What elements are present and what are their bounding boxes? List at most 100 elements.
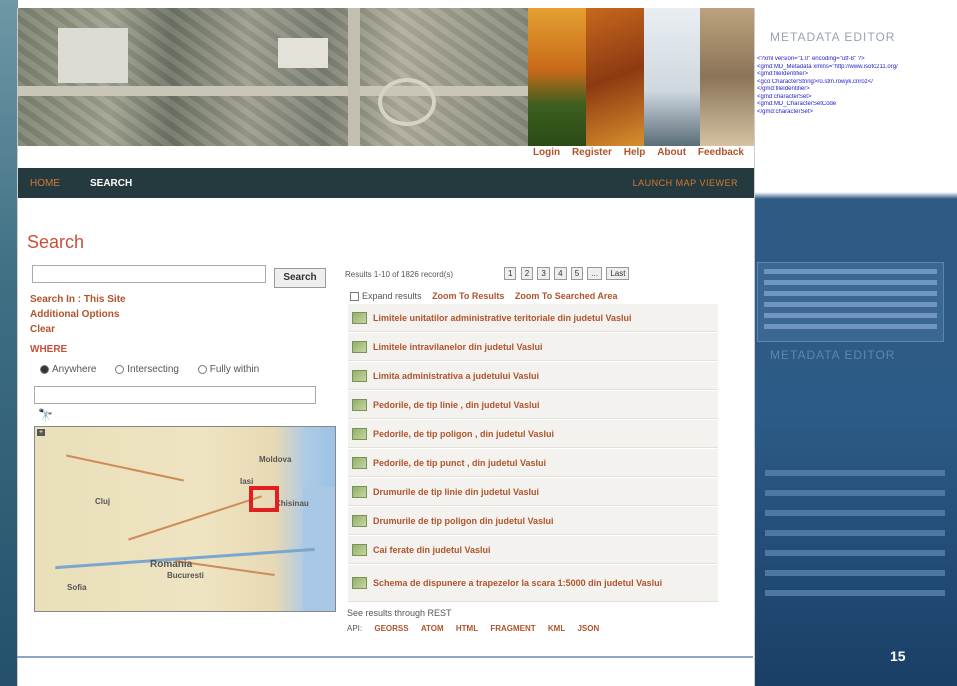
radio-anywhere[interactable]: Anywhere: [40, 364, 104, 375]
top-nav: Login Register Help About Feedback: [524, 147, 744, 158]
launch-map-viewer-link[interactable]: LAUNCH MAP VIEWER: [633, 178, 738, 188]
xml-line: </gmd:characterSet>: [757, 108, 814, 115]
clear-link[interactable]: Clear: [30, 324, 55, 335]
where-label: WHERE: [30, 344, 68, 355]
expand-results-checkbox[interactable]: [350, 292, 359, 302]
xml-line: <?xml version="1.0" encoding="utf-8" ?>: [757, 56, 865, 62]
list-item[interactable]: Cai ferate din judetul Vaslui: [348, 535, 718, 564]
list-item[interactable]: Drumurile de tip linie din judetul Vaslu…: [348, 477, 718, 506]
layer-icon: [352, 427, 367, 440]
banner-photo-autumn: [586, 8, 644, 146]
format-atom-link[interactable]: ATOM: [421, 624, 444, 633]
list-item[interactable]: Limitele unitatilor administrative terit…: [348, 303, 718, 332]
xml-line: <gmd:fileIdentifier>: [757, 71, 809, 77]
search-area-marker[interactable]: [249, 486, 279, 512]
xml-line: <gco:CharacterString>ro.stm.rowyk.cnroz<…: [757, 78, 873, 85]
map-view[interactable]: + Moldova Chisinau Romania Bucuresti Sof…: [34, 426, 336, 612]
preview-line: [764, 313, 937, 318]
preview-line: [764, 269, 937, 274]
metadata-editor-preview: [757, 262, 944, 342]
format-kml-link[interactable]: KML: [548, 624, 565, 633]
banner-photo-rocks: [700, 8, 754, 146]
page-5[interactable]: 5: [570, 267, 584, 280]
search-input[interactable]: [32, 265, 266, 283]
slide-left-decoration: [0, 0, 18, 686]
list-item[interactable]: Pedorile, de tip linie , din judetul Vas…: [348, 390, 718, 419]
page-3[interactable]: 3: [537, 267, 550, 280]
xml-line: <gmd:characterSet>: [757, 93, 812, 100]
help-link[interactable]: Help: [624, 147, 646, 158]
metadata-xml-snippet: <?xml version="1.0" encoding="utf-8" ?> …: [757, 56, 947, 116]
page-4[interactable]: 4: [554, 267, 567, 280]
login-link[interactable]: Login: [533, 147, 560, 158]
format-html-link[interactable]: HTML: [456, 624, 478, 633]
radio-fully-within[interactable]: Fully within: [197, 364, 267, 375]
results-list: Limitele unitatilor administrative terit…: [348, 303, 718, 602]
metadata-editor-title-2: METADATA EDITOR: [770, 348, 896, 362]
list-item[interactable]: Pedorile, de tip poligon , din judetul V…: [348, 419, 718, 448]
tab-home[interactable]: HOME: [30, 178, 60, 189]
page-title: Search: [27, 232, 85, 252]
footer-divider: [17, 656, 753, 658]
list-item[interactable]: Limita administrativa a judetului Vaslui: [348, 361, 718, 390]
map-label: Romania: [150, 559, 193, 570]
xml-line: <gmd:MD_CharacterSetCode: [757, 101, 837, 107]
radio-selected-icon: [40, 364, 49, 374]
map-label: Chisinau: [275, 499, 309, 508]
expand-results-label: Expand results: [362, 291, 422, 301]
main-nav: HOME SEARCH LAUNCH MAP VIEWER: [18, 168, 754, 198]
pagination: 1 2 3 4 5 ... Last: [504, 267, 631, 280]
place-search-input[interactable]: [34, 386, 316, 404]
banner-photo-sunset: [528, 8, 586, 146]
format-json-link[interactable]: JSON: [577, 624, 599, 633]
preview-line: [764, 280, 937, 285]
layer-icon: [352, 369, 367, 382]
map-label: Sofia: [67, 583, 87, 592]
header-banner: [18, 8, 754, 146]
zoom-to-searched-area-link[interactable]: Zoom To Searched Area: [515, 291, 618, 301]
layer-icon: [352, 543, 367, 556]
results-options: Expand results Zoom To Results Zoom To S…: [350, 291, 618, 302]
list-item[interactable]: Schema de dispunere a trapezelor la scar…: [348, 564, 718, 602]
zoom-to-results-link[interactable]: Zoom To Results: [432, 291, 504, 301]
layer-icon: [352, 311, 367, 324]
where-options: Anywhere Intersecting Fully within: [40, 364, 275, 375]
layer-icon: [352, 514, 367, 527]
layer-icon: [352, 398, 367, 411]
xml-line: <gmd:MD_Metadata xmlns="http://www.isotc…: [757, 63, 898, 70]
map-label: Cluj: [95, 497, 111, 506]
tab-search[interactable]: SEARCH: [90, 178, 132, 189]
api-label: API:: [347, 624, 363, 633]
page-2[interactable]: 2: [520, 267, 534, 280]
preview-line: [764, 302, 937, 307]
banner-photo-sky: [644, 8, 700, 146]
rest-results-label: See results through REST: [347, 608, 452, 618]
satellite-image: [18, 8, 528, 146]
api-formats: API: GEORSS ATOM HTML FRAGMENT KML JSON: [347, 624, 599, 633]
list-item[interactable]: Limitele intravilanelor din judetul Vasl…: [348, 332, 718, 361]
binoculars-icon[interactable]: 🔭: [38, 408, 53, 422]
list-item[interactable]: Pedorile, de tip punct , din judetul Vas…: [348, 448, 718, 477]
search-button[interactable]: Search: [274, 268, 326, 288]
metadata-editor-title: METADATA EDITOR: [770, 30, 896, 44]
format-georss-link[interactable]: GEORSS: [374, 624, 408, 633]
page-number: 15: [890, 648, 906, 664]
page-1[interactable]: 1: [504, 267, 517, 280]
page-last[interactable]: Last: [606, 267, 630, 280]
feedback-link[interactable]: Feedback: [698, 147, 744, 158]
results-count: Results 1-10 of 1826 record(s): [345, 270, 454, 279]
search-in-link[interactable]: Search In : This Site: [30, 294, 126, 305]
format-fragment-link[interactable]: FRAGMENT: [490, 624, 535, 633]
list-item[interactable]: Drumurile de tip poligon din judetul Vas…: [348, 506, 718, 535]
radio-icon: [115, 364, 125, 374]
preview-line: [764, 291, 937, 296]
register-link[interactable]: Register: [572, 147, 612, 158]
additional-options-link[interactable]: Additional Options: [30, 309, 119, 320]
about-link[interactable]: About: [657, 147, 686, 158]
map-zoom-control[interactable]: +: [37, 429, 46, 436]
radio-intersecting[interactable]: Intersecting: [115, 364, 187, 375]
map-label: Moldova: [259, 455, 292, 464]
layer-icon: [352, 577, 367, 589]
preview-line: [764, 324, 937, 329]
xml-line: </gmd:fileIdentifier>: [757, 86, 810, 92]
